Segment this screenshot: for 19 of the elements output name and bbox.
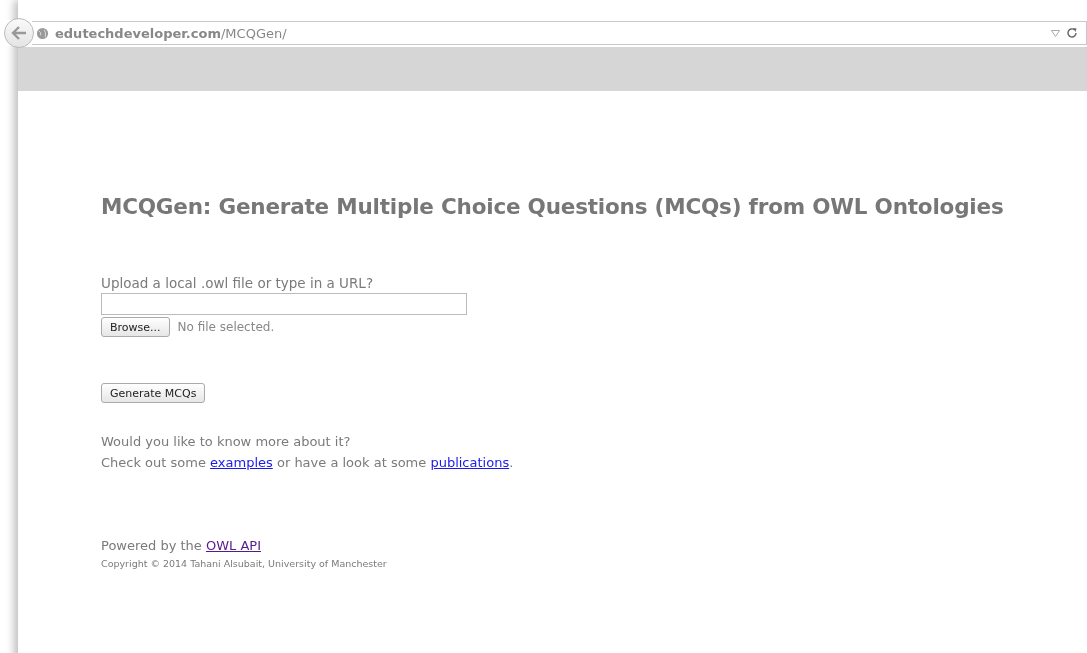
file-status: No file selected. (177, 320, 275, 334)
copyright-text: Copyright © 2014 Tahani Alsubait, University of Manchester (101, 558, 388, 569)
reload-icon[interactable] (1066, 27, 1078, 39)
globe-icon (36, 26, 49, 40)
page-heading: MCQGen: Generate Multiple Choice Questions (MCQs) from OWL Ontologies (101, 194, 1005, 219)
back-button[interactable] (4, 18, 34, 48)
generate-button[interactable]: Generate MCQs (101, 383, 206, 403)
back-arrow-icon[interactable] (11, 26, 27, 40)
upload-label: Upload a local .owl file or type in a URL? (101, 275, 375, 291)
powered-by-text: Powered by the OWL API (101, 537, 262, 555)
url-input[interactable] (101, 293, 467, 315)
dropdown-icon[interactable] (1051, 29, 1060, 37)
link[interactable]: examples (210, 455, 273, 470)
address-text: edutechdeveloper.com/MCQGen/ (55, 25, 287, 41)
info-sentence: Check out some examples or have a look at some publications. (101, 454, 515, 472)
browse-button[interactable]: Browse... (101, 317, 170, 337)
address-bar[interactable]: edutechdeveloper.com/MCQGen/ (32, 21, 1087, 45)
link[interactable]: OWL API (205, 538, 261, 553)
question-text: Would you like to know more about it? (101, 433, 352, 451)
